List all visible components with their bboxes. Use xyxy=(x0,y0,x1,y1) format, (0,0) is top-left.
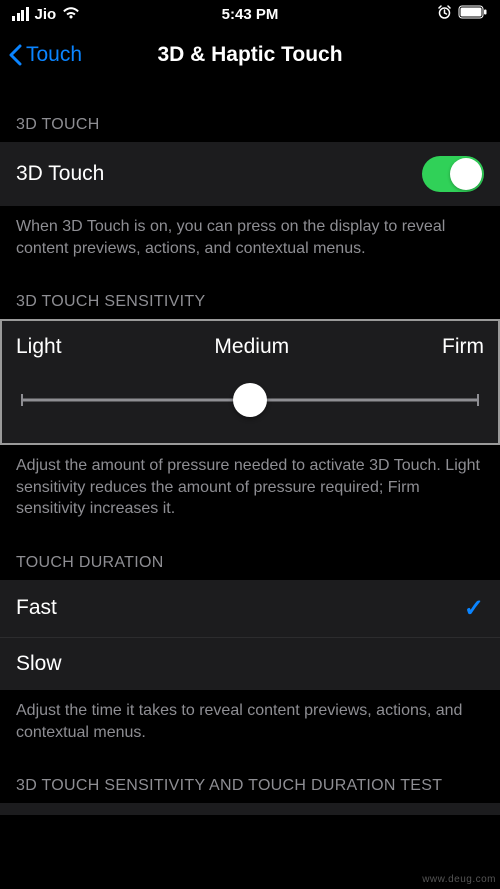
row-duration-fast[interactable]: Fast ✓ xyxy=(0,580,500,638)
row-label: Fast xyxy=(16,596,57,620)
checkmark-icon: ✓ xyxy=(464,594,484,623)
slider-tick-firm xyxy=(477,394,479,406)
signal-bars-icon xyxy=(12,7,29,21)
section-header-sensitivity: 3D TOUCH SENSITIVITY xyxy=(0,265,500,319)
navigation-bar: Touch 3D & Haptic Touch xyxy=(0,28,500,82)
alarm-icon xyxy=(437,5,452,24)
row-3d-touch-toggle[interactable]: 3D Touch xyxy=(0,142,500,206)
slider-labels: Light Medium Firm xyxy=(16,335,484,359)
page-title: 3D & Haptic Touch xyxy=(157,43,342,67)
row-label: Slow xyxy=(16,652,62,676)
footer-sensitivity: Adjust the amount of pressure needed to … xyxy=(0,445,500,526)
status-bar: Jio 5:43 PM xyxy=(0,0,500,28)
section-header-test: 3D TOUCH SENSITIVITY AND TOUCH DURATION … xyxy=(0,749,500,803)
battery-icon xyxy=(458,5,488,23)
settings-content: 3D TOUCH 3D Touch When 3D Touch is on, y… xyxy=(0,82,500,815)
back-button[interactable]: Touch xyxy=(8,43,82,67)
slider-label-firm: Firm xyxy=(442,335,484,359)
toggle-thumb xyxy=(450,158,482,190)
status-right xyxy=(437,5,488,24)
status-left: Jio xyxy=(12,6,80,23)
footer-3d-touch: When 3D Touch is on, you can press on th… xyxy=(0,206,500,265)
wifi-icon xyxy=(62,6,80,23)
row-label: 3D Touch xyxy=(16,162,104,186)
slider-label-medium: Medium xyxy=(214,335,289,359)
toggle-3d-touch[interactable] xyxy=(422,156,484,192)
watermark: www.deug.com xyxy=(422,874,496,885)
footer-duration: Adjust the time it takes to reveal conte… xyxy=(0,690,500,749)
section-header-duration: TOUCH DURATION xyxy=(0,526,500,580)
slider-label-light: Light xyxy=(16,335,62,359)
sensitivity-slider[interactable] xyxy=(16,385,484,415)
slider-thumb[interactable] xyxy=(233,383,267,417)
slider-tick-light xyxy=(21,394,23,406)
carrier-label: Jio xyxy=(35,6,57,23)
chevron-left-icon xyxy=(8,44,22,66)
row-test-preview xyxy=(0,803,500,815)
section-header-3d-touch: 3D TOUCH xyxy=(0,82,500,142)
status-time: 5:43 PM xyxy=(222,6,279,23)
row-duration-slow[interactable]: Slow xyxy=(0,638,500,690)
back-label: Touch xyxy=(26,43,82,67)
sensitivity-slider-box: Light Medium Firm xyxy=(0,319,500,445)
